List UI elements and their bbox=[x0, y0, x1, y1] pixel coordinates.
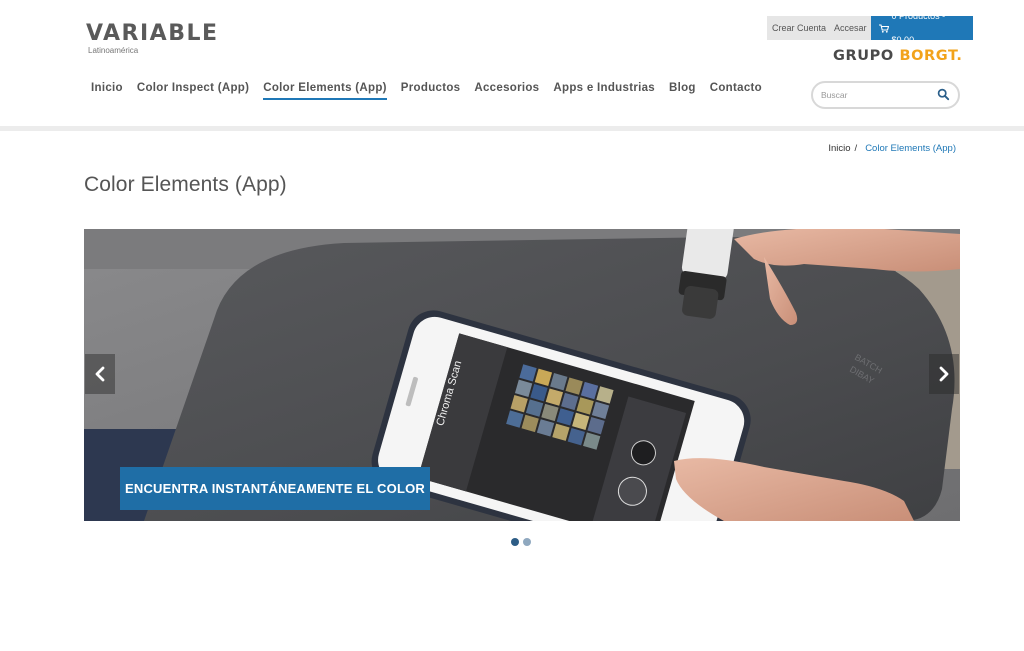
carousel-dot-2[interactable] bbox=[523, 538, 531, 546]
cart-summary: 0 Productos - $0.00 bbox=[891, 11, 946, 45]
logo-tagline: Latinoamérica bbox=[88, 46, 139, 55]
search-icon[interactable] bbox=[937, 88, 950, 101]
breadcrumb-home-link[interactable]: Inicio bbox=[828, 143, 850, 154]
breadcrumb: Inicio / Color Elements (App) bbox=[828, 143, 956, 154]
partner-logo[interactable]: GRUPO BORGT. bbox=[833, 47, 962, 65]
site-header: VARIABLE Latinoamérica Crear Cuenta Acce… bbox=[0, 0, 1024, 128]
slide-caption[interactable]: ENCUENTRA INSTANTÁNEAMENTE EL COLOR bbox=[120, 467, 430, 510]
page-title: Color Elements (App) bbox=[84, 173, 287, 196]
carousel-pagination bbox=[511, 538, 531, 546]
carousel-next-button[interactable] bbox=[929, 354, 959, 394]
carousel-dot-1[interactable] bbox=[511, 538, 519, 546]
login-link[interactable]: Accesar bbox=[830, 16, 871, 40]
nav-item-apps-industrias[interactable]: Apps e Industrias bbox=[546, 80, 662, 100]
nav-item-accesorios[interactable]: Accesorios bbox=[467, 80, 546, 100]
main-nav: Inicio Color Inspect (App) Color Element… bbox=[84, 80, 769, 100]
site-logo[interactable]: VARIABLE Latinoamérica bbox=[86, 22, 219, 56]
nav-item-productos[interactable]: Productos bbox=[394, 80, 468, 100]
cart-button[interactable]: 0 Productos - $0.00 bbox=[870, 11, 973, 45]
nav-item-blog[interactable]: Blog bbox=[662, 80, 703, 100]
carousel-prev-button[interactable] bbox=[85, 354, 115, 394]
chevron-left-icon bbox=[95, 366, 105, 382]
breadcrumb-separator: / bbox=[854, 143, 858, 154]
nav-item-color-elements[interactable]: Color Elements (App) bbox=[256, 80, 394, 100]
nav-item-color-inspect[interactable]: Color Inspect (App) bbox=[130, 80, 256, 100]
nav-item-inicio[interactable]: Inicio bbox=[84, 80, 130, 100]
nav-item-contacto[interactable]: Contacto bbox=[703, 80, 769, 100]
search-box bbox=[811, 81, 960, 109]
cart-icon bbox=[878, 23, 889, 33]
logo-wordmark: VARIABLE bbox=[86, 21, 219, 46]
create-account-link[interactable]: Crear Cuenta bbox=[767, 16, 831, 40]
header-divider bbox=[0, 126, 1024, 131]
account-bar: Crear Cuenta Accesar 0 Productos - $0.00 bbox=[767, 11, 973, 45]
hero-carousel[interactable]: BATCH DIBAY Chroma Scan ENCUENTRA INSTAN… bbox=[84, 229, 960, 521]
breadcrumb-current: Color Elements (App) bbox=[865, 143, 956, 154]
search-input[interactable] bbox=[821, 87, 933, 103]
chevron-right-icon bbox=[939, 366, 949, 382]
partner-logo-text: GRUPO bbox=[833, 48, 900, 64]
partner-logo-accent: BORGT. bbox=[899, 48, 963, 64]
